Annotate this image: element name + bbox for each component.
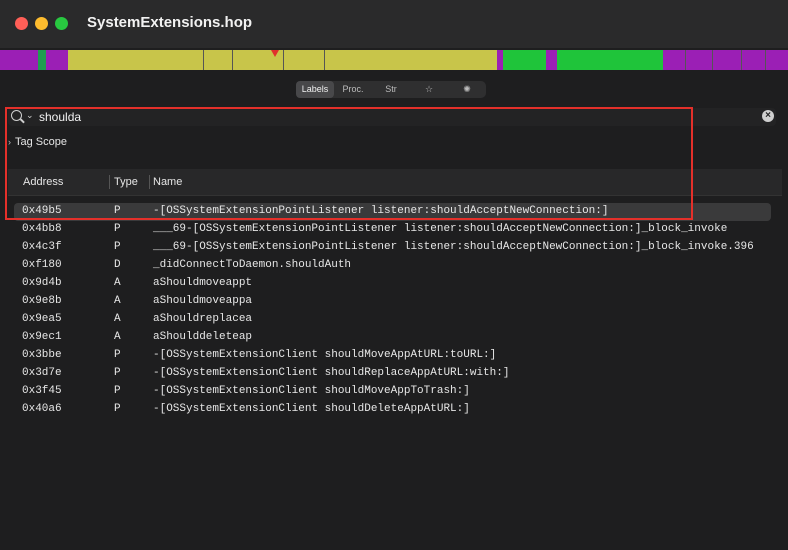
table-row[interactable]: 0x9ea5 AaShouldreplacea bbox=[14, 311, 771, 329]
cell-type: P bbox=[114, 205, 121, 217]
navigation-segment[interactable] bbox=[46, 50, 68, 70]
chevron-right-icon: › bbox=[8, 137, 11, 147]
cell-type: P bbox=[114, 367, 121, 379]
cell-name: ___69-[OSSystemExtensionPointListener li… bbox=[153, 223, 728, 235]
table-row[interactable]: 0x4bb8 P ___69-[OSSystemExtensionPointList… bbox=[14, 221, 771, 239]
cell-address: 0x9ec1 bbox=[22, 331, 62, 343]
cell-type: A bbox=[114, 331, 121, 343]
chevron-down-icon[interactable]: ⌄ bbox=[26, 110, 34, 121]
table-row[interactable]: 0x40a6 P -[OSSystemExtensionClient shouldD… bbox=[14, 401, 771, 419]
table-row[interactable]: 0x9d4b AaShouldmoveappt bbox=[14, 275, 771, 293]
tab-labels[interactable]: Labels bbox=[296, 81, 334, 98]
cell-type: D bbox=[114, 259, 121, 271]
cell-type: A bbox=[114, 313, 121, 325]
cell-name: ___69-[OSSystemExtensionPointListener li… bbox=[153, 241, 754, 253]
navigation-divider bbox=[685, 50, 686, 70]
cell-type: P bbox=[114, 349, 121, 361]
cell-type: P bbox=[114, 223, 121, 235]
cell-type: P bbox=[114, 403, 121, 415]
navigation-divider bbox=[283, 50, 284, 70]
cell-type: P bbox=[114, 241, 121, 253]
clear-search-button[interactable]: × bbox=[762, 110, 774, 122]
cell-type: A bbox=[114, 295, 121, 307]
title-bar: SystemExtensions.hop bbox=[0, 0, 788, 48]
table-row[interactable]: 0x49b5 P -[OSSystemExtensionPointListener … bbox=[14, 203, 771, 221]
table-row[interactable]: 0xf180 D _didConnectToDaemon.shouldAuth bbox=[14, 257, 771, 275]
navigation-divider bbox=[324, 50, 325, 70]
cell-address: 0x9ea5 bbox=[22, 313, 62, 325]
cell-name: _didConnectToDaemon.shouldAuth bbox=[153, 259, 352, 271]
cell-name: -[OSSystemExtensionClient shouldMoveAppA… bbox=[153, 349, 497, 361]
column-header-address[interactable]: Address bbox=[23, 169, 63, 195]
tab-procedures[interactable]: Proc. bbox=[334, 81, 372, 98]
cell-address: 0x49b5 bbox=[22, 205, 62, 217]
navigation-divider bbox=[203, 50, 204, 70]
tab-tags[interactable]: ✺ bbox=[448, 81, 486, 98]
cell-name: aShouldreplacea bbox=[153, 313, 253, 325]
minimize-window-button[interactable] bbox=[35, 17, 48, 30]
cell-address: 0x9d4b bbox=[22, 277, 62, 289]
cell-name: aShouldmoveappt bbox=[153, 277, 253, 289]
view-mode-selector: Labels Proc. Str ☆ ✺ bbox=[296, 81, 486, 98]
cell-type: P bbox=[114, 385, 121, 397]
navigation-segment[interactable] bbox=[557, 50, 663, 70]
tab-strings[interactable]: Str bbox=[372, 81, 410, 98]
tag-scope-label: Tag Scope bbox=[15, 136, 67, 148]
navigation-cursor-marker bbox=[271, 50, 279, 57]
cell-address: 0x3f45 bbox=[22, 385, 62, 397]
search-field: ⌄ × bbox=[8, 108, 776, 126]
cell-name: -[OSSystemExtensionClient shouldDeleteAp… bbox=[153, 403, 470, 415]
navigation-segment[interactable] bbox=[38, 50, 46, 70]
table-header: Address Type Name bbox=[8, 169, 782, 196]
cell-address: 0x4bb8 bbox=[22, 223, 62, 235]
cell-name: -[OSSystemExtensionClient shouldReplaceA… bbox=[153, 367, 510, 379]
table-row[interactable]: 0x4c3f P ___69-[OSSystemExtensionPointList… bbox=[14, 239, 771, 257]
table-row[interactable]: 0x9e8b AaShouldmoveappa bbox=[14, 293, 771, 311]
column-divider[interactable] bbox=[149, 175, 150, 189]
column-header-name[interactable]: Name bbox=[153, 169, 182, 195]
tag-scope-disclosure[interactable]: › Tag Scope bbox=[8, 136, 67, 148]
column-divider[interactable] bbox=[109, 175, 110, 189]
close-window-button[interactable] bbox=[15, 17, 28, 30]
cell-name: aShouldmoveappa bbox=[153, 295, 253, 307]
cell-type: A bbox=[114, 277, 121, 289]
cell-address: 0x40a6 bbox=[22, 403, 62, 415]
cell-address: 0x4c3f bbox=[22, 241, 62, 253]
navigation-segment[interactable] bbox=[503, 50, 546, 70]
navigation-segment[interactable] bbox=[546, 50, 557, 70]
navigation-divider bbox=[741, 50, 742, 70]
cell-name: -[OSSystemExtensionClient shouldMoveAppT… bbox=[153, 385, 470, 397]
search-icon[interactable] bbox=[11, 110, 22, 121]
search-input[interactable] bbox=[39, 109, 729, 125]
table-row[interactable]: 0x3f45 P -[OSSystemExtensionClient shouldM… bbox=[14, 383, 771, 401]
navigation-divider bbox=[712, 50, 713, 70]
zoom-window-button[interactable] bbox=[55, 17, 68, 30]
navigation-divider bbox=[232, 50, 233, 70]
table-row[interactable]: 0x3bbe P -[OSSystemExtensionClient shouldM… bbox=[14, 347, 771, 365]
navigation-segment[interactable] bbox=[663, 50, 788, 70]
navigation-bar[interactable] bbox=[0, 50, 788, 70]
table-row[interactable]: 0x9ec1 AaShoulddeleteap bbox=[14, 329, 771, 347]
tab-bookmarks[interactable]: ☆ bbox=[410, 81, 448, 98]
cell-name: -[OSSystemExtensionPointListener listene… bbox=[153, 205, 609, 217]
cell-address: 0x3d7e bbox=[22, 367, 62, 379]
cell-name: aShoulddeleteap bbox=[153, 331, 253, 343]
navigation-segment[interactable] bbox=[0, 50, 38, 70]
column-header-type[interactable]: Type bbox=[114, 169, 138, 195]
cell-address: 0x9e8b bbox=[22, 295, 62, 307]
cell-address: 0xf180 bbox=[22, 259, 62, 271]
navigation-divider bbox=[765, 50, 766, 70]
cell-address: 0x3bbe bbox=[22, 349, 62, 361]
window-title: SystemExtensions.hop bbox=[87, 14, 253, 31]
table-row[interactable]: 0x3d7e P -[OSSystemExtensionClient shouldR… bbox=[14, 365, 771, 383]
